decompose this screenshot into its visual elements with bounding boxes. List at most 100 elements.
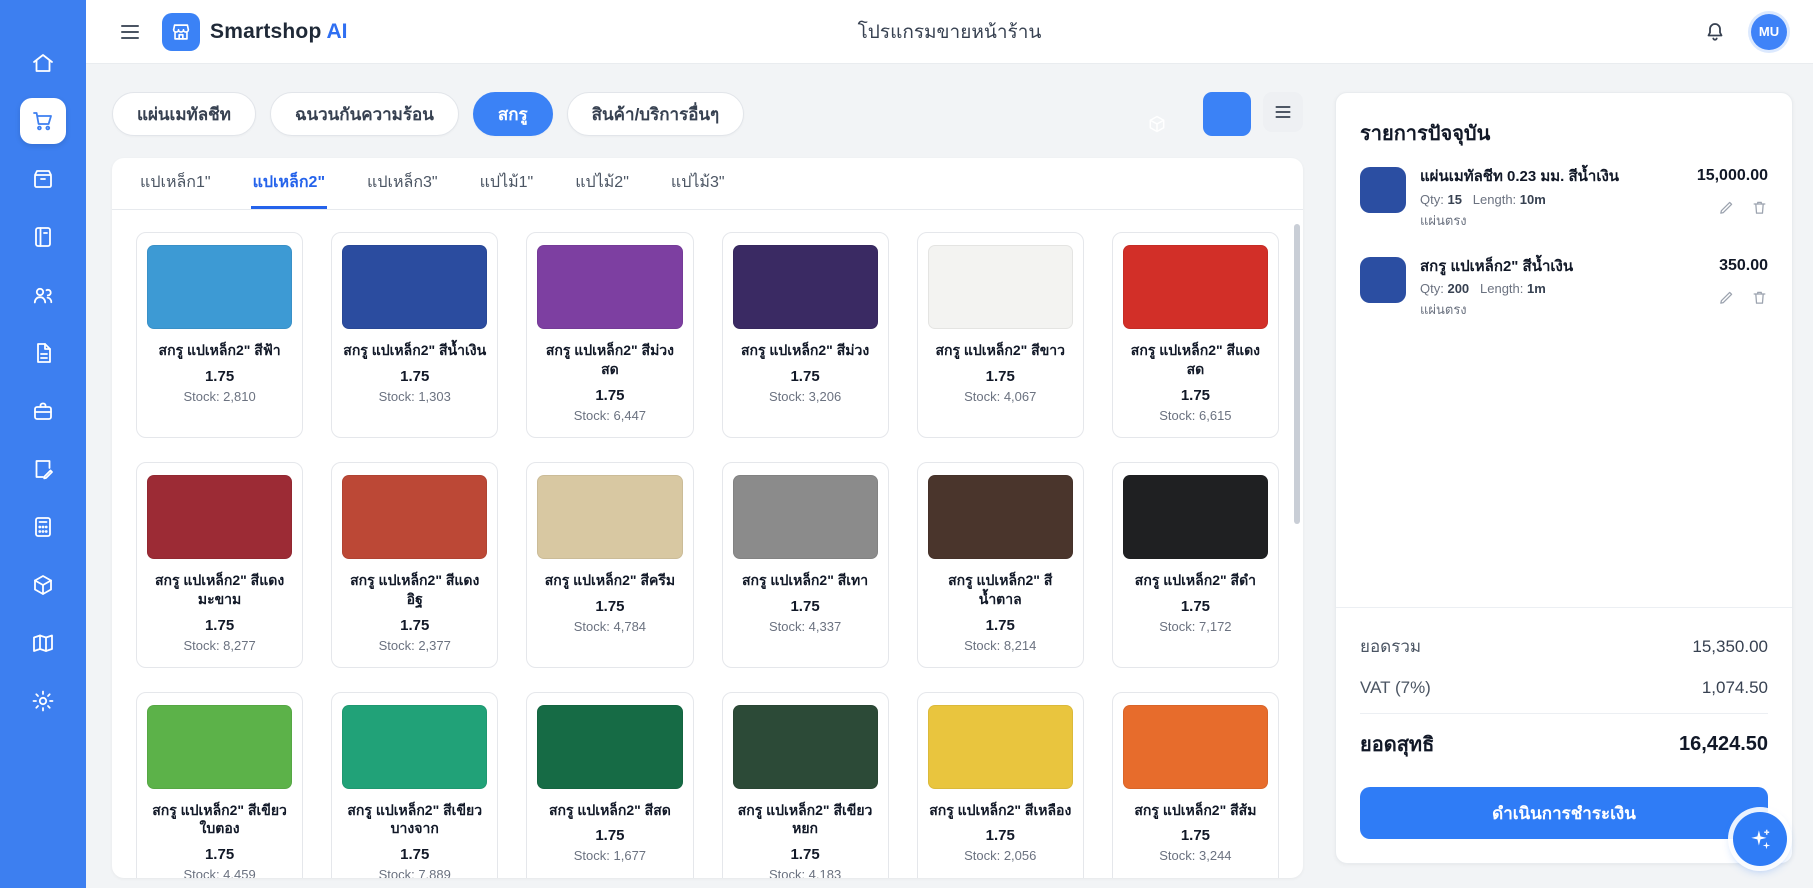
sidebar-item-settings[interactable] (20, 678, 66, 724)
product-stock: Stock: 4,183 (768, 867, 842, 878)
product-stock: Stock: 4,067 (964, 388, 1037, 404)
tab-pae-lek-3[interactable]: แปเหล็ก3" (365, 158, 440, 209)
category-chip-screws[interactable]: สกรู (472, 92, 553, 136)
product-color-swatch (1122, 245, 1268, 329)
cart-items: แผ่นเมทัลชีท 0.23 มม. สีน้ำเงิน Qty: 15 … (1336, 167, 1792, 320)
edit-item-button[interactable] (1718, 199, 1735, 216)
product-card[interactable]: สกรู แปเหล็ก2" สีฟ้า 1.75 Stock: 2,810 (136, 232, 304, 438)
product-card[interactable]: สกรู แปเหล็ก2" สีเหลือง 1.75 Stock: 2,05… (916, 691, 1084, 878)
sidebar-item-packages[interactable] (20, 562, 66, 608)
brand-logo (162, 12, 200, 51)
edit-document-icon (31, 457, 55, 481)
user-avatar[interactable]: MU (1751, 13, 1787, 50)
delete-item-button[interactable] (1751, 199, 1768, 216)
product-card[interactable]: สกรู แปเหล็ก2" สีขาว 1.75 Stock: 4,067 (916, 232, 1084, 438)
grid-scrollbar[interactable] (1294, 224, 1300, 524)
cart-item: สกรู แปเหล็ก2" สีน้ำเงิน Qty: 200 Length… (1360, 256, 1768, 321)
edit-item-button[interactable] (1718, 289, 1735, 306)
category-chip-other[interactable]: สินค้า/บริการอื่นๆ (566, 92, 745, 136)
product-price: 1.75 (204, 616, 235, 634)
product-grid: สกรู แปเหล็ก2" สีฟ้า 1.75 Stock: 2,810 ส… (112, 210, 1303, 878)
subtotal-value: 15,350.00 (1692, 636, 1768, 656)
product-name: สกรู แปเหล็ก2" สีเทา (742, 571, 869, 588)
sidebar-item-pos-cart[interactable] (20, 98, 66, 144)
brand-accent: AI (326, 19, 348, 43)
sidebar-item-customers[interactable] (20, 272, 66, 318)
list-icon (1273, 102, 1293, 122)
product-card[interactable]: สกรู แปเหล็ก2" สีสด 1.75 Stock: 1,677 (526, 691, 694, 878)
total-label: ยอดสุทธิ (1360, 734, 1435, 756)
tab-pae-lek-1[interactable]: แปเหล็ก1" (138, 158, 213, 209)
sidebar-item-calculator[interactable] (20, 504, 66, 550)
pencil-icon (1718, 289, 1735, 306)
product-price: 1.75 (400, 846, 430, 864)
product-price: 1.75 (595, 386, 625, 404)
product-card[interactable]: สกรู แปเหล็ก2" สีแดงอิฐ 1.75 Stock: 2,37… (331, 461, 499, 668)
category-bar: แผ่นเมทัลชีท ฉนวนกันความร้อน สกรู สินค้า… (112, 92, 1303, 136)
product-name: สกรู แปเหล็ก2" สีน้ำเงิน (343, 342, 487, 358)
category-chip-metal-sheet[interactable]: แผ่นเมทัลชีท (112, 92, 256, 136)
product-card[interactable]: สกรู แปเหล็ก2" สีส้ม 1.75 Stock: 3,244 (1111, 691, 1279, 878)
sidebar-item-inventory[interactable] (20, 156, 66, 202)
sidebar-item-documents[interactable] (20, 330, 66, 376)
product-price: 1.75 (400, 616, 430, 634)
product-name: สกรู แปเหล็ก2" สีเหลือง (929, 801, 1072, 818)
product-card[interactable]: สกรู แปเหล็ก2" สีดำ 1.75 Stock: 7,172 (1111, 461, 1279, 668)
map-icon (31, 631, 55, 655)
product-card[interactable]: สกรู แปเหล็ก2" สีเทา 1.75 Stock: 4,337 (721, 461, 889, 668)
cart-item-price: 350.00 (1719, 256, 1768, 274)
product-stock: Stock: 6,447 (573, 407, 647, 423)
product-card[interactable]: สกรู แปเหล็ก2" สีเขียวหยก 1.75 Stock: 4,… (721, 691, 889, 878)
sidebar-item-catalog[interactable] (20, 214, 66, 260)
product-card[interactable]: สกรู แปเหล็ก2" สีแดงสด 1.75 Stock: 6,615 (1111, 232, 1279, 438)
cube-3d-icon (1147, 114, 1167, 134)
product-stock: Stock: 8,277 (183, 637, 256, 653)
sidebar-item-map[interactable] (20, 620, 66, 666)
product-card[interactable]: สกรู แปเหล็ก2" สีเขียวบางจาก 1.75 Stock:… (331, 691, 499, 878)
product-card[interactable]: สกรู แปเหล็ก2" สีเขียวใบตอง 1.75 Stock: … (136, 691, 304, 878)
product-color-swatch (927, 474, 1073, 559)
product-price: 1.75 (790, 597, 820, 615)
sidebar-item-home[interactable] (20, 40, 66, 86)
product-color-swatch (927, 704, 1073, 789)
tab-pae-mai-3[interactable]: แปไม้3" (669, 158, 727, 209)
document-icon (31, 341, 55, 365)
menu-toggle-button[interactable] (112, 14, 148, 50)
ai-assistant-fab[interactable] (1733, 812, 1787, 866)
cart-item-swatch (1360, 167, 1406, 213)
product-name: สกรู แปเหล็ก2" สีขาว (935, 342, 1066, 358)
delete-item-button[interactable] (1751, 289, 1768, 306)
product-stock: Stock: 2,810 (183, 388, 256, 404)
product-price: 1.75 (204, 846, 235, 864)
product-color-swatch (732, 704, 878, 789)
cart-item-variant: แผ่นตรง (1420, 302, 1467, 317)
product-stock: Stock: 3,244 (1159, 848, 1232, 864)
product-color-swatch (147, 245, 293, 329)
category-chip-insulation[interactable]: ฉนวนกันความร้อน (269, 92, 459, 136)
list-view-button[interactable] (1263, 92, 1303, 132)
product-card[interactable]: สกรู แปเหล็ก2" สีน้ำเงิน 1.75 Stock: 1,3… (331, 232, 499, 438)
notifications-button[interactable] (1699, 16, 1731, 48)
cart-item-price: 15,000.00 (1696, 167, 1768, 184)
sidebar-item-briefcase[interactable] (20, 388, 66, 434)
product-card[interactable]: สกรู แปเหล็ก2" สีม่วง 1.75 Stock: 3,206 (721, 232, 889, 438)
product-price: 1.75 (790, 846, 820, 864)
product-card[interactable]: สกรู แปเหล็ก2" สีครีม 1.75 Stock: 4,784 (526, 461, 694, 668)
product-name: สกรู แปเหล็ก2" สีเขียวบางจาก (347, 801, 483, 837)
briefcase-icon (31, 399, 55, 423)
product-card[interactable]: สกรู แปเหล็ก2" สีแดงมะขาม 1.75 Stock: 8,… (136, 461, 304, 668)
product-color-swatch (927, 245, 1073, 329)
tab-pae-mai-2[interactable]: แปไม้2" (573, 158, 631, 209)
tab-pae-mai-1[interactable]: แปไม้1" (478, 158, 536, 209)
sidebar (0, 0, 86, 888)
sidebar-item-orders[interactable] (20, 446, 66, 492)
grid-view-button[interactable] (1149, 92, 1251, 136)
brand-name: Smartshop (210, 19, 322, 43)
pencil-icon (1718, 199, 1735, 216)
product-color-swatch (1122, 704, 1268, 789)
length-label: Length: (1480, 281, 1524, 296)
product-card[interactable]: สกรู แปเหล็ก2" สีน้ำตาล 1.75 Stock: 8,21… (916, 461, 1084, 668)
checkout-button[interactable]: ดำเนินการชำระเงิน (1360, 787, 1768, 839)
tab-pae-lek-2[interactable]: แปเหล็ก2" (250, 158, 328, 209)
product-card[interactable]: สกรู แปเหล็ก2" สีม่วงสด 1.75 Stock: 6,44… (526, 232, 694, 438)
